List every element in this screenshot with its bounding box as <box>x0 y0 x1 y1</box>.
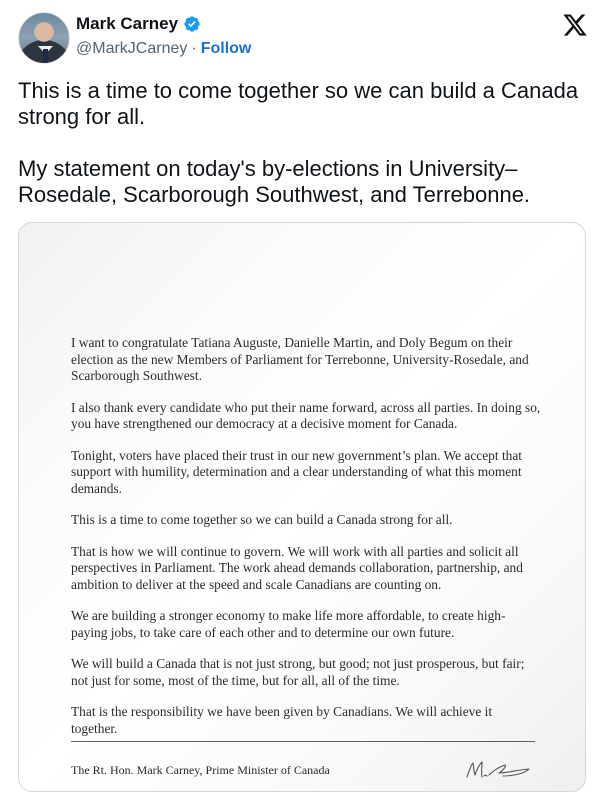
signature-divider <box>71 741 535 742</box>
statement-paragraph: That is how we will continue to govern. … <box>71 543 523 592</box>
tweet-header: Mark Carney @MarkJCarney · Follow <box>18 12 588 64</box>
statement-signoff: The Rt. Hon. Mark Carney, Prime Minister… <box>71 763 330 777</box>
statement-document: I want to congratulate Tatiana Auguste, … <box>71 335 541 752</box>
x-logo-icon[interactable] <box>562 12 588 38</box>
author-handle[interactable]: @MarkJCarney <box>76 40 187 58</box>
handwritten-signature <box>466 761 530 778</box>
statement-paragraph: Tonight, voters have placed their trust … <box>71 447 523 496</box>
author-handle-line: @MarkJCarney · Follow <box>76 40 251 58</box>
statement-paragraph: We will build a Canada that is not just … <box>71 656 525 688</box>
author-name-line: Mark Carney <box>76 14 201 34</box>
tweet-paragraph: This is a time to come together so we ca… <box>18 78 579 129</box>
statement-paragraph: I also thank every candidate who put the… <box>71 399 541 432</box>
author-name[interactable]: Mark Carney <box>76 14 178 34</box>
statement-image[interactable]: I want to congratulate Tatiana Auguste, … <box>18 222 586 792</box>
statement-paragraph: That is the responsibility we have been … <box>71 704 493 736</box>
statement-paragraph: I want to congratulate Tatiana Auguste, … <box>71 335 529 383</box>
verified-badge-icon <box>184 16 200 32</box>
follow-button[interactable]: Follow <box>201 40 252 58</box>
tweet-text: This is a time to come together so we ca… <box>18 78 583 208</box>
statement-paragraph: This is a time to come together so we ca… <box>71 512 453 527</box>
tweet-paragraph: My statement on today's by-elections in … <box>18 156 531 207</box>
avatar-tie <box>43 49 48 63</box>
separator-dot: · <box>191 40 197 57</box>
statement-paragraph: We are building a stronger economy to ma… <box>71 608 506 640</box>
author-avatar[interactable] <box>18 12 70 64</box>
